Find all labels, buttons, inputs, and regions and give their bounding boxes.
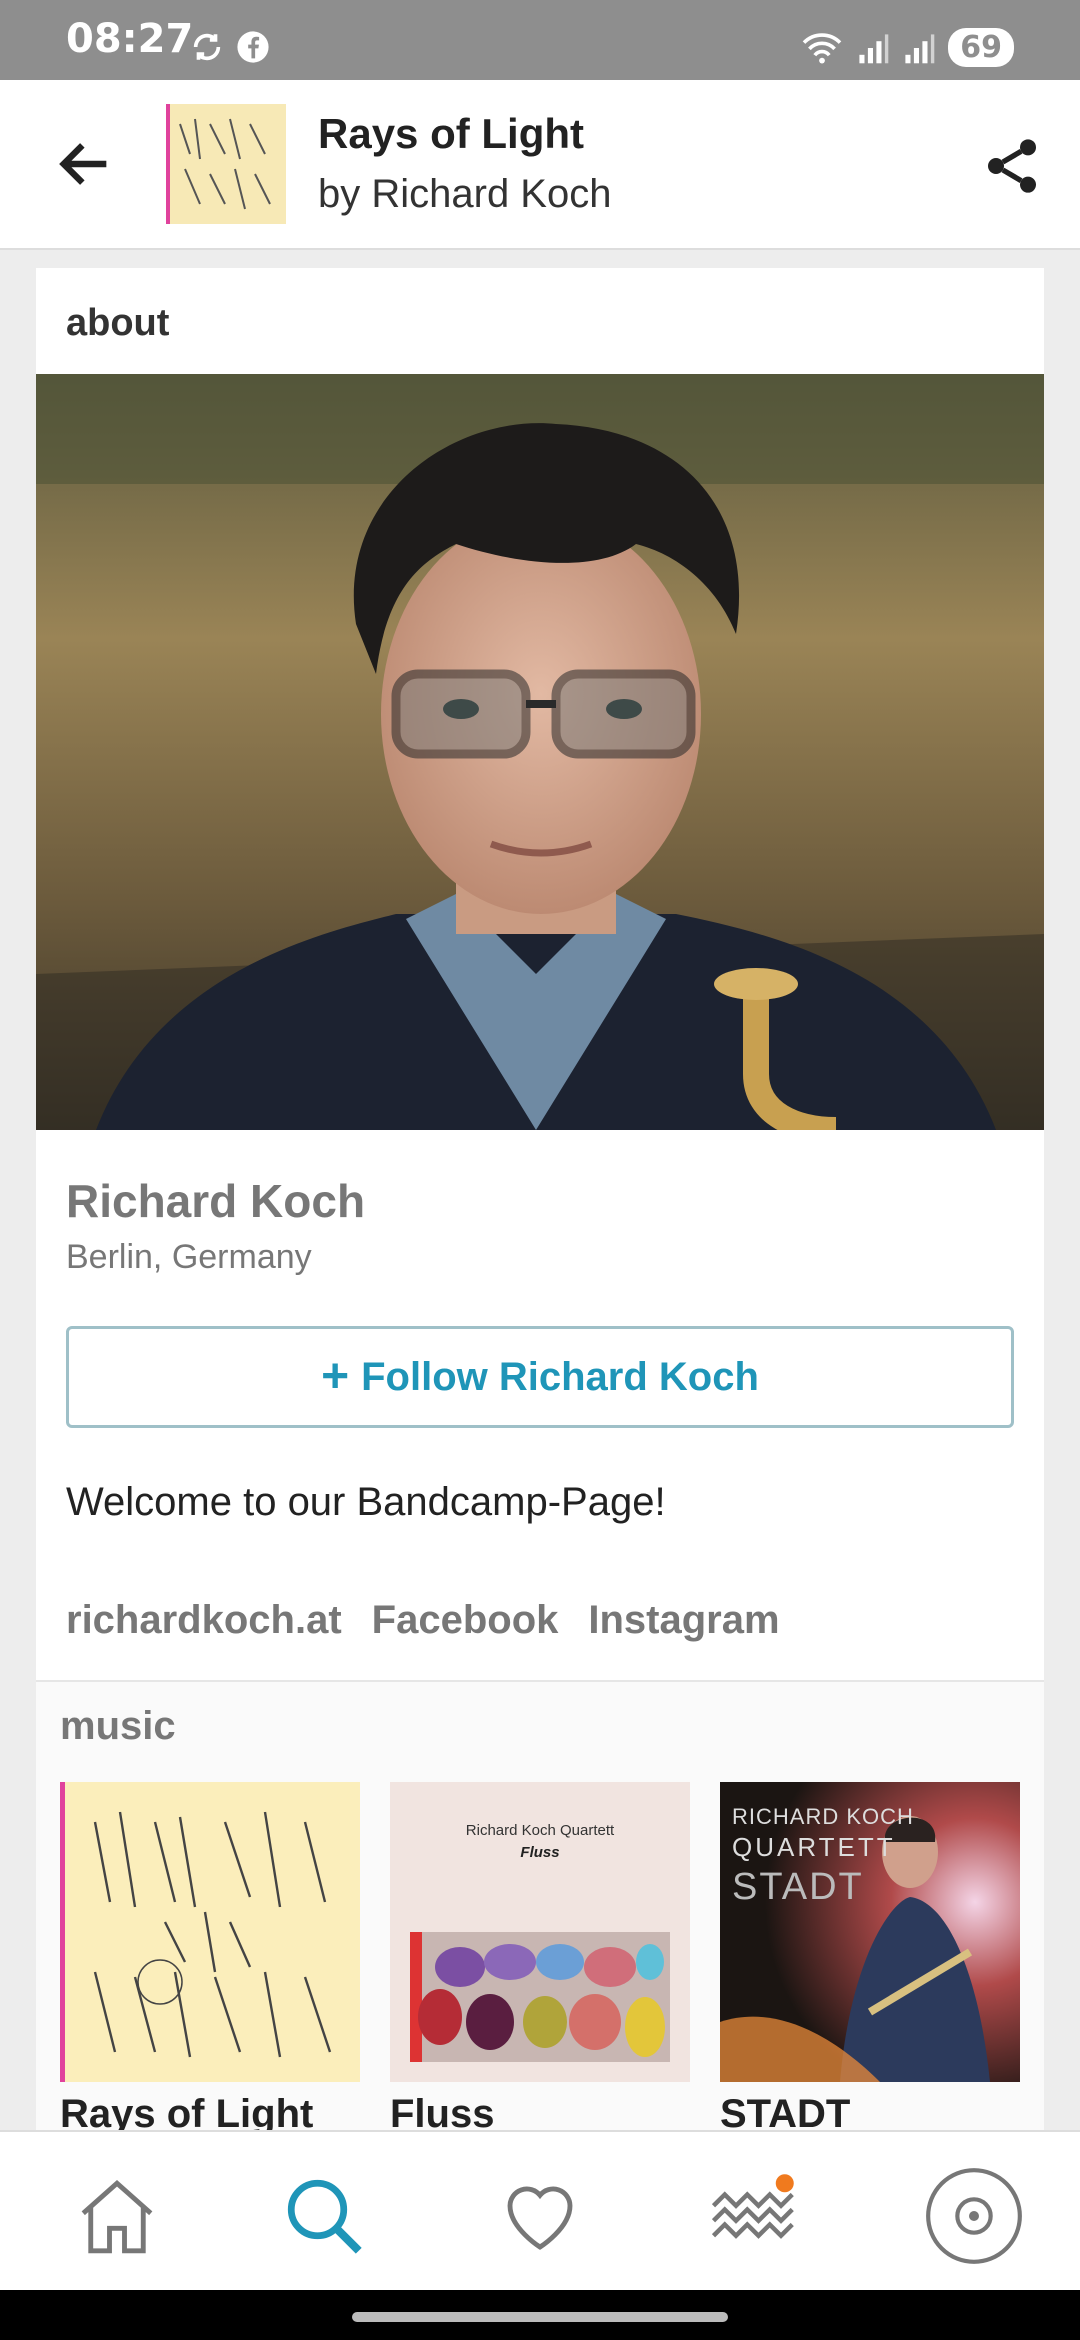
album-cover[interactable]: RICHARD KOCH QUARTETT STADT [720, 1782, 1020, 2082]
artist-photo [36, 374, 1044, 1130]
signal-icon [859, 33, 889, 63]
album-cover-caption: RICHARD KOCH [732, 1804, 914, 1829]
gesture-bar [0, 2290, 1080, 2340]
search-icon[interactable] [280, 2172, 370, 2262]
artist-location: Berlin, Germany [66, 1238, 312, 1276]
status-bar: 08:27 69 [0, 0, 1080, 80]
album-item[interactable]: RICHARD KOCH QUARTETT STADT STADT [720, 1782, 1020, 2130]
artist-name: Richard Koch [66, 1175, 366, 1227]
collection-icon[interactable] [924, 2166, 1024, 2266]
album-title-text: Fluss [390, 2092, 495, 2130]
wifi-icon [802, 32, 842, 63]
feed-icon[interactable] [706, 2172, 796, 2262]
album-title-text: Rays of Light [60, 2092, 314, 2130]
link-instagram[interactable]: Instagram [588, 1598, 779, 1643]
home-icon[interactable] [72, 2172, 162, 2262]
home-indicator[interactable] [352, 2312, 728, 2322]
album-carousel[interactable]: Rays of Light Richard Koch Quartett Flus… [60, 1782, 1044, 2130]
facebook-icon [237, 31, 269, 63]
about-card: about Richard Koch Berlin, Germany + Fol… [36, 268, 1044, 2130]
share-icon[interactable] [980, 134, 1044, 198]
music-section: music Rays of Light Richard Koch Quartet… [36, 1680, 1044, 2130]
artist-links: richardkoch.at Facebook Instagram [66, 1598, 780, 1643]
heart-icon[interactable] [495, 2172, 585, 2262]
music-section-label: music [60, 1704, 176, 1748]
plus-icon: + [321, 1350, 350, 1403]
album-item[interactable]: Richard Koch Quartett Fluss Fluss [390, 1782, 690, 2130]
link-website[interactable]: richardkoch.at [66, 1598, 342, 1643]
follow-button[interactable]: + Follow Richard Koch [66, 1326, 1014, 1428]
album-cover-subcaption: QUARTETT [732, 1832, 896, 1862]
back-arrow-icon[interactable] [50, 132, 120, 196]
artist-byline[interactable]: by Richard Koch [318, 172, 611, 217]
status-time: 08:27 [66, 16, 194, 62]
album-item[interactable]: Rays of Light [60, 1782, 360, 2130]
app-header: Rays of Light by Richard Koch [0, 80, 1080, 250]
status-icons: 69 [800, 28, 1014, 67]
album-title: Rays of Light [318, 110, 585, 157]
signal-roaming-icon [905, 33, 935, 63]
follow-button-label: Follow Richard Koch [361, 1354, 759, 1399]
bottom-navigation [0, 2130, 1080, 2292]
album-cover-title: STADT [732, 1866, 864, 1908]
notification-dot [775, 2174, 794, 2193]
album-cover[interactable]: Richard Koch Quartett Fluss [390, 1782, 690, 2082]
battery-indicator: 69 [948, 28, 1014, 67]
about-section-label: about [66, 302, 170, 344]
link-facebook[interactable]: Facebook [372, 1598, 559, 1643]
album-thumbnail[interactable] [166, 104, 286, 224]
artist-bio: Welcome to our Bandcamp-Page! [66, 1480, 666, 1524]
album-title-text: STADT [720, 2092, 851, 2130]
album-cover[interactable] [60, 1782, 360, 2082]
sync-icon [193, 33, 221, 61]
